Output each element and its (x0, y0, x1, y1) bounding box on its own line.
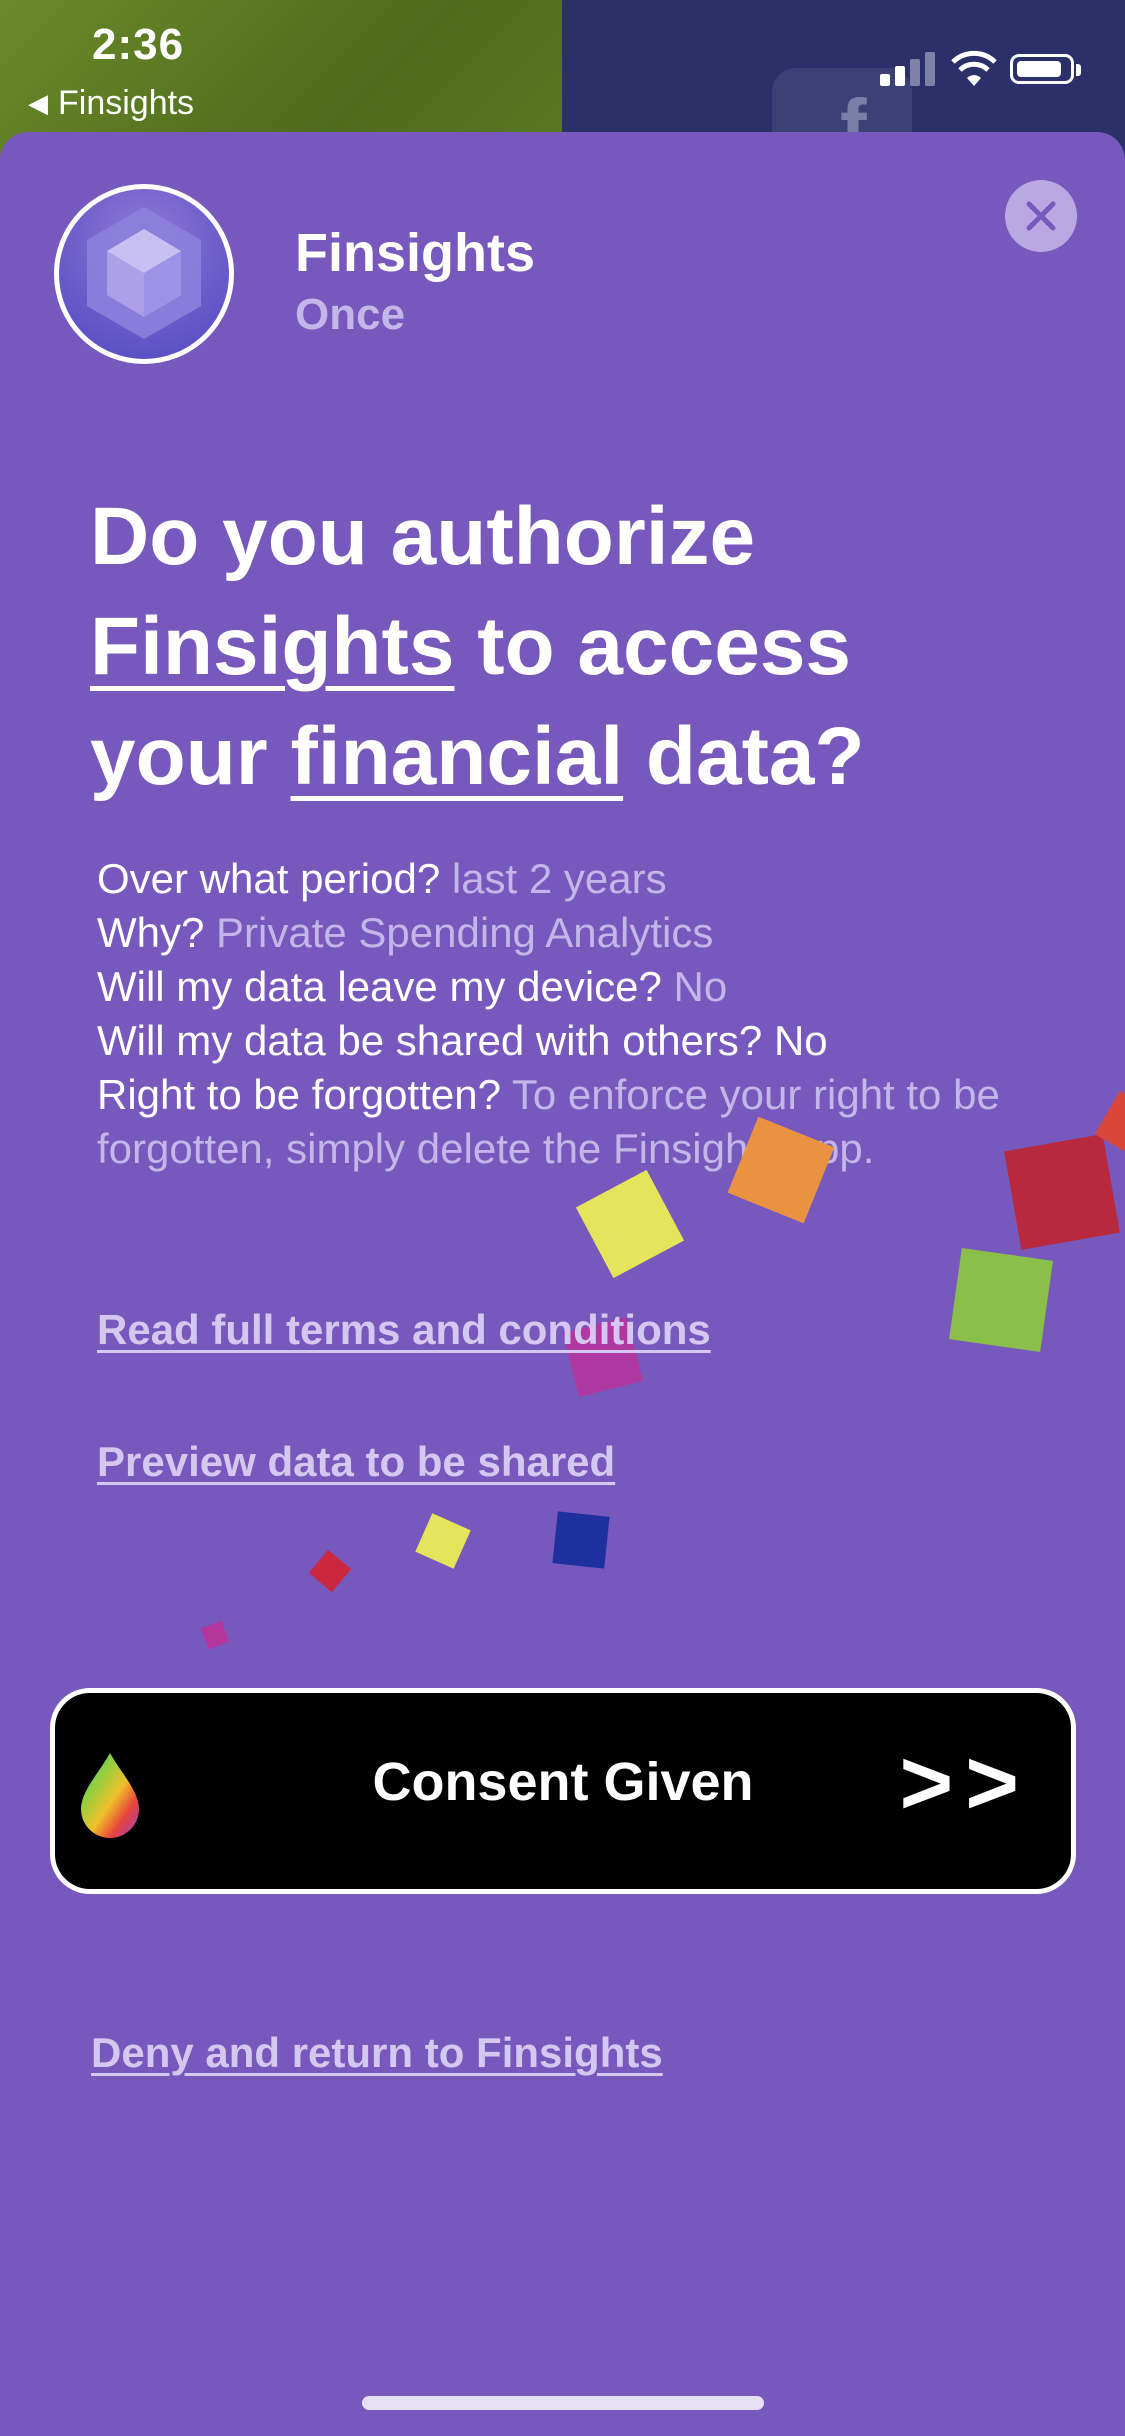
status-back-label: Finsights (58, 84, 195, 122)
close-icon (1026, 201, 1056, 231)
consent-sheet: Finsights Once Do you authorize Finsight… (0, 132, 1125, 2436)
status-back-link[interactable]: ◀ Finsights (28, 84, 194, 123)
consent-question: Do you authorize Finsights to access you… (90, 491, 865, 802)
detail-shared: Will my data be shared with others? No (97, 1017, 828, 1064)
preview-data-link[interactable]: Preview data to be shared (97, 1438, 615, 1486)
app-name-link[interactable]: Finsights (90, 601, 454, 692)
close-button[interactable] (1005, 180, 1077, 252)
consent-given-button[interactable]: Consent Given >> (50, 1688, 1076, 1894)
financial-data-link[interactable]: financial (290, 711, 623, 802)
home-indicator[interactable] (362, 2396, 764, 2410)
app-name: Finsights (295, 223, 535, 283)
confetti-piece (552, 1511, 610, 1569)
confetti-piece (415, 1513, 471, 1569)
detail-period: Over what period? last 2 years (97, 855, 667, 902)
confetti-piece (1004, 1134, 1120, 1250)
confetti-piece (200, 1620, 230, 1650)
cellular-signal-icon (880, 52, 936, 86)
confetti-piece (308, 1549, 352, 1593)
swipe-arrows-icon: >> (899, 1732, 1031, 1834)
detail-why: Why? Private Spending Analytics (97, 909, 714, 956)
back-triangle-icon: ◀ (28, 88, 48, 118)
access-frequency: Once (295, 290, 406, 339)
deny-link[interactable]: Deny and return to Finsights (91, 2029, 663, 2077)
battery-cap (1076, 64, 1081, 76)
status-time: 2:36 (92, 20, 185, 69)
detail-forgotten: Right to be forgotten? To enforce your r… (97, 1071, 1000, 1172)
consent-details: Over what period? last 2 years Why? Priv… (97, 852, 1027, 1176)
confetti-piece (949, 1248, 1053, 1352)
detail-leave-device: Will my data leave my device? No (97, 963, 728, 1010)
confetti-piece (575, 1169, 685, 1279)
wifi-icon (951, 50, 997, 86)
app-logo-icon (54, 184, 234, 364)
terms-link[interactable]: Read full terms and conditions (97, 1306, 711, 1354)
battery-icon (1010, 54, 1074, 84)
